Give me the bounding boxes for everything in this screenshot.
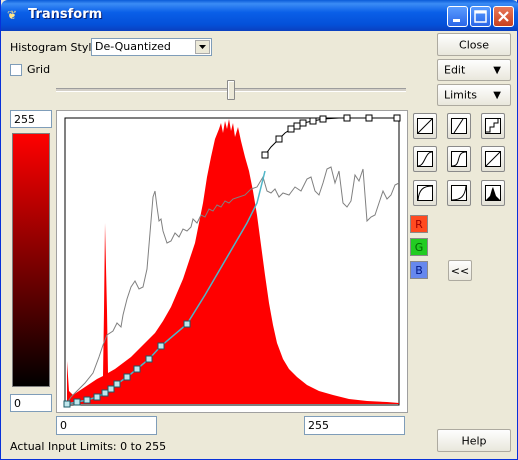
histogram-style-label: Histogram Style:: [10, 41, 102, 54]
input-min-field[interactable]: 0: [56, 416, 157, 435]
minimize-icon: [453, 19, 460, 22]
histogram-equalize-preset-button[interactable]: [481, 180, 505, 206]
s-curve-icon: [417, 151, 433, 167]
histogram-style-value: De-Quantized: [95, 40, 171, 53]
steep-linear-preset-button[interactable]: [447, 113, 471, 139]
maximize-button[interactable]: [470, 6, 491, 27]
window-title: Transform: [28, 7, 103, 22]
green-channel-label: G: [414, 241, 424, 254]
histogram-curve-svg: [63, 114, 401, 408]
app-icon: ❦: [7, 8, 18, 22]
grid-label: Grid: [27, 63, 51, 76]
close-icon: [498, 11, 509, 22]
slider-thumb[interactable]: [227, 80, 235, 100]
linear-icon: [417, 118, 433, 134]
output-color-ramp: [12, 133, 50, 387]
blue-channel-label: B: [415, 264, 423, 277]
title-bar[interactable]: ❦ Transform: [1, 0, 518, 31]
output-max-value: 255: [14, 113, 35, 126]
input-max-value: 255: [308, 419, 329, 432]
linear-preset-button[interactable]: [413, 113, 437, 139]
help-button-label: Help: [461, 434, 487, 447]
grid-checkbox[interactable]: [10, 64, 22, 76]
output-min-field[interactable]: 0: [10, 394, 52, 412]
help-button[interactable]: Help: [437, 429, 511, 452]
gamma-preset-button[interactable]: [481, 146, 505, 172]
transform-window: ❦ Transform Histogram Style: De-Quantize…: [0, 0, 518, 460]
exp-curve-preset-button[interactable]: [447, 180, 471, 206]
input-max-field[interactable]: 255: [304, 416, 405, 435]
close-button[interactable]: Close: [437, 33, 511, 56]
maximize-icon: [474, 10, 487, 23]
output-max-field[interactable]: 255: [10, 110, 52, 128]
steep-linear-icon: [451, 118, 467, 134]
collapse-button[interactable]: <<: [448, 260, 472, 281]
collapse-button-label: <<: [450, 264, 470, 277]
gamma-icon: [485, 151, 501, 167]
input-min-value: 0: [60, 419, 67, 432]
histogram-style-select[interactable]: De-Quantized: [91, 38, 212, 56]
step-icon: [485, 118, 501, 134]
red-channel-button[interactable]: R: [410, 215, 428, 233]
dropdown-arrow-button[interactable]: [195, 40, 210, 54]
histogram-plot-area[interactable]: [56, 110, 408, 413]
red-channel-label: R: [415, 218, 423, 231]
log-curve-icon: [417, 185, 433, 201]
s-curve-steep-icon: [451, 151, 467, 167]
status-text: Actual Input Limits: 0 to 255: [10, 440, 167, 453]
triangle-down-icon: ▼: [493, 90, 501, 101]
exp-curve-icon: [451, 185, 467, 201]
blue-channel-button[interactable]: B: [410, 261, 428, 279]
step-preset-button[interactable]: [481, 113, 505, 139]
green-channel-button[interactable]: G: [410, 238, 428, 256]
close-button-label: Close: [459, 38, 489, 51]
output-min-value: 0: [14, 397, 21, 410]
s-curve-steep-preset-button[interactable]: [447, 146, 471, 172]
triangle-down-icon: ▼: [493, 65, 501, 76]
minimize-button[interactable]: [447, 6, 468, 27]
chevron-down-icon: [199, 45, 206, 49]
edit-menu-button[interactable]: Edit ▼: [437, 59, 511, 81]
histogram-equalize-icon: [485, 185, 501, 201]
close-window-button[interactable]: [493, 6, 514, 27]
limits-menu-button[interactable]: Limits ▼: [437, 84, 511, 106]
log-curve-preset-button[interactable]: [413, 180, 437, 206]
s-curve-preset-button[interactable]: [413, 146, 437, 172]
